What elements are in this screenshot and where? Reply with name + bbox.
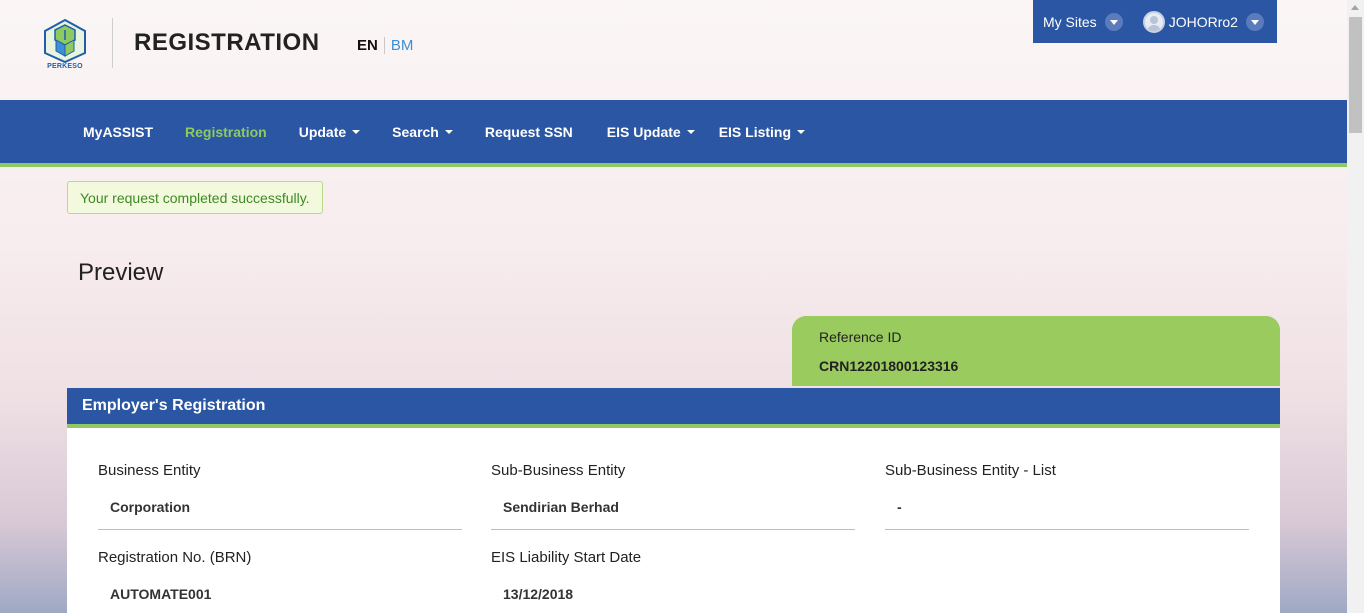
nav-item-registration[interactable]: Registration xyxy=(169,100,283,163)
nav-item-eis-update[interactable]: EIS Update xyxy=(589,100,711,163)
field-registration-no: Registration No. (BRN) AUTOMATE001 xyxy=(98,549,462,613)
employer-registration-panel: Employer's Registration Business Entity … xyxy=(67,388,1280,613)
field-sub-business-entity-list: Sub-Business Entity - List - xyxy=(885,462,1249,530)
chevron-down-icon xyxy=(1104,12,1123,31)
nav-item-search[interactable]: Search xyxy=(376,100,469,163)
nav-label: MyASSIST xyxy=(83,123,154,140)
nav-label: Update xyxy=(298,123,347,140)
lang-bm-link[interactable]: BM xyxy=(385,37,414,54)
nav-item-request-ssn[interactable]: Request SSN xyxy=(469,100,589,163)
field-label: Sub-Business Entity xyxy=(491,462,626,479)
field-value: Sendirian Berhad xyxy=(491,499,855,530)
chevron-down-icon xyxy=(1245,12,1264,31)
page-title: REGISTRATION xyxy=(134,29,320,56)
language-switcher: EN BM xyxy=(357,37,413,54)
field-value: AUTOMATE001 xyxy=(110,586,212,602)
reference-value: CRN12201800123316 xyxy=(819,358,959,374)
field-value: 13/12/2018 xyxy=(503,586,574,602)
header-divider xyxy=(112,18,113,68)
lang-en-link[interactable]: EN xyxy=(357,37,385,54)
user-topbar: My Sites JOHORro2 xyxy=(1033,0,1277,43)
user-menu[interactable]: JOHORro2 xyxy=(1123,10,1264,33)
panel-title: Employer's Registration xyxy=(67,388,1280,428)
nav-label: EIS Listing xyxy=(718,123,792,140)
main-nav: MyASSIST Registration Update Search Requ… xyxy=(0,100,1347,167)
field-value: - xyxy=(885,499,1249,530)
vertical-scrollbar[interactable] xyxy=(1347,0,1364,613)
nav-label: Request SSN xyxy=(484,123,573,140)
nav-label: Registration xyxy=(185,123,267,140)
nav-item-eis-listing[interactable]: EIS Listing xyxy=(711,100,821,163)
reference-box: Reference ID CRN12201800123316 xyxy=(792,316,1280,386)
field-sub-business-entity: Sub-Business Entity Sendirian Berhad xyxy=(491,462,855,530)
nav-label: EIS Update xyxy=(606,123,681,140)
nav-item-update[interactable]: Update xyxy=(283,100,376,163)
caret-down-icon xyxy=(352,129,361,134)
success-alert: Your request completed successfully. xyxy=(67,181,323,214)
logo-text: PERKESO xyxy=(47,63,83,70)
caret-down-icon xyxy=(686,129,695,134)
page: PERKESO REGISTRATION EN BM My Sites JOHO… xyxy=(0,0,1347,613)
field-eis-liability-start-date: EIS Liability Start Date 13/12/2018 xyxy=(491,549,855,613)
field-label: Sub-Business Entity - List xyxy=(885,462,1056,479)
field-label: Registration No. (BRN) xyxy=(98,549,252,566)
nav-item-myassist[interactable]: MyASSIST xyxy=(67,100,169,163)
field-value: Corporation xyxy=(98,499,462,530)
logo-mark-icon xyxy=(44,18,86,64)
field-label: Business Entity xyxy=(98,462,201,479)
nav-label: Search xyxy=(392,123,439,140)
field-business-entity: Business Entity Corporation xyxy=(98,462,462,530)
reference-label: Reference ID xyxy=(819,329,902,345)
scrollbar-thumb[interactable] xyxy=(1349,17,1362,133)
scroll-up-icon[interactable] xyxy=(1351,5,1359,10)
section-heading: Preview xyxy=(78,259,164,286)
caret-down-icon xyxy=(797,129,806,134)
perkeso-logo[interactable]: PERKESO xyxy=(42,18,88,72)
my-sites-label: My Sites xyxy=(1043,13,1097,30)
avatar-icon xyxy=(1142,10,1165,33)
caret-down-icon xyxy=(444,129,453,134)
my-sites-menu[interactable]: My Sites xyxy=(1043,12,1123,31)
field-label: EIS Liability Start Date xyxy=(491,549,642,566)
user-name: JOHORro2 xyxy=(1168,13,1238,30)
